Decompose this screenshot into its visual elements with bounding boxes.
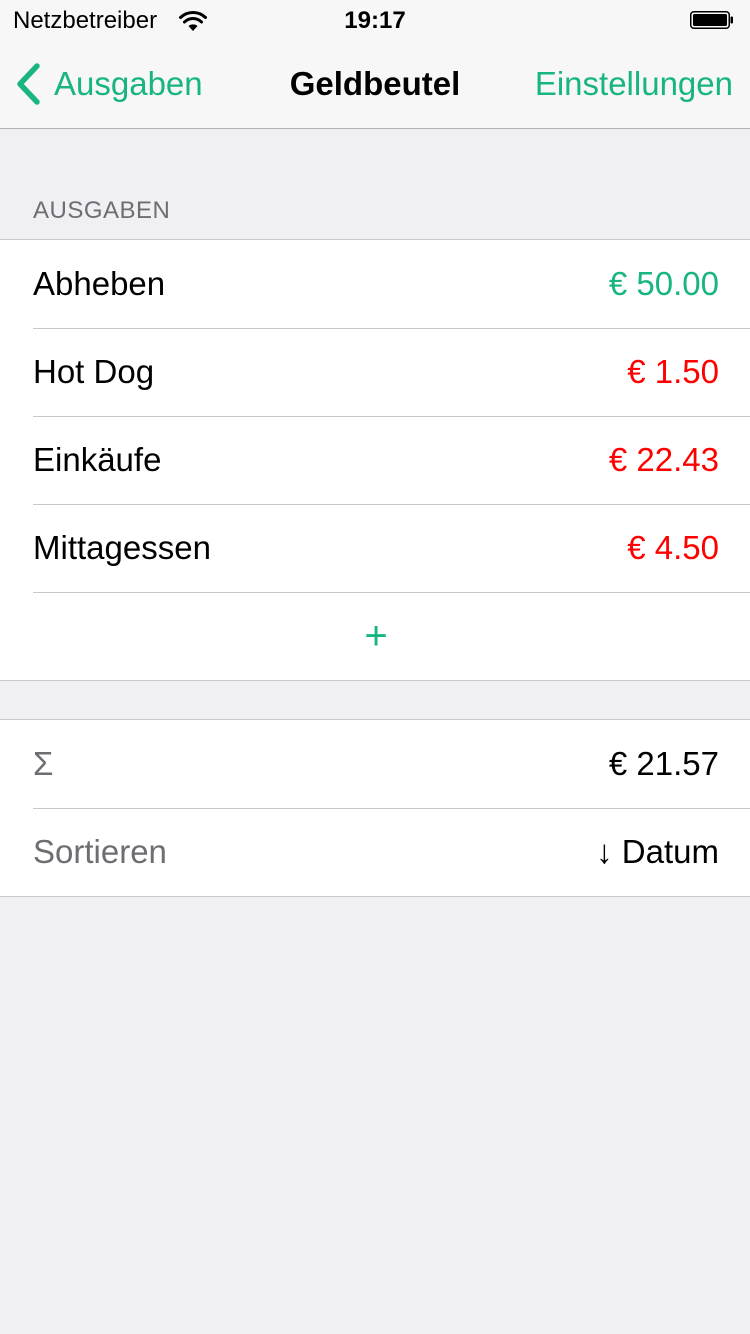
navigation-bar: Ausgaben Geldbeutel Einstellungen <box>0 40 750 129</box>
expense-amount: € 50.00 <box>608 265 719 302</box>
settings-button[interactable]: Einstellungen <box>535 60 733 108</box>
back-button-label: Ausgaben <box>54 65 203 102</box>
sum-row: Σ € 21.57 <box>0 720 750 808</box>
chevron-left-icon <box>17 63 40 105</box>
sum-label: Σ <box>33 745 54 782</box>
list-item[interactable]: Hot Dog € 1.50 <box>0 328 750 416</box>
summary-list: Σ € 21.57 Sortieren ↓ Datum <box>0 719 750 897</box>
sum-value: € 21.57 <box>608 745 719 782</box>
battery-icon <box>690 11 733 29</box>
expense-label: Abheben <box>33 265 166 302</box>
sort-label: Sortieren <box>33 833 167 870</box>
sort-value: ↓ Datum <box>596 833 719 870</box>
add-expense-button[interactable]: + <box>0 592 750 680</box>
expenses-list: Abheben € 50.00 Hot Dog € 1.50 Einkäufe … <box>0 239 750 681</box>
status-time: 19:17 <box>344 7 406 34</box>
section-header-expenses: AUSGABEN <box>33 197 171 224</box>
expense-label: Einkäufe <box>33 441 162 478</box>
back-button[interactable]: Ausgaben <box>14 60 203 108</box>
expense-amount: € 22.43 <box>608 441 719 478</box>
expense-amount: € 4.50 <box>627 529 719 566</box>
status-bar: Netzbetreiber 19:17 <box>0 0 750 40</box>
expense-label: Mittagessen <box>33 529 211 566</box>
plus-icon: + <box>364 614 388 658</box>
expense-label: Hot Dog <box>33 353 155 390</box>
sort-row[interactable]: Sortieren ↓ Datum <box>0 808 750 896</box>
list-item[interactable]: Abheben € 50.00 <box>0 240 750 328</box>
expense-amount: € 1.50 <box>627 353 719 390</box>
list-item[interactable]: Einkäufe € 22.43 <box>0 416 750 504</box>
list-item[interactable]: Mittagessen € 4.50 <box>0 504 750 592</box>
